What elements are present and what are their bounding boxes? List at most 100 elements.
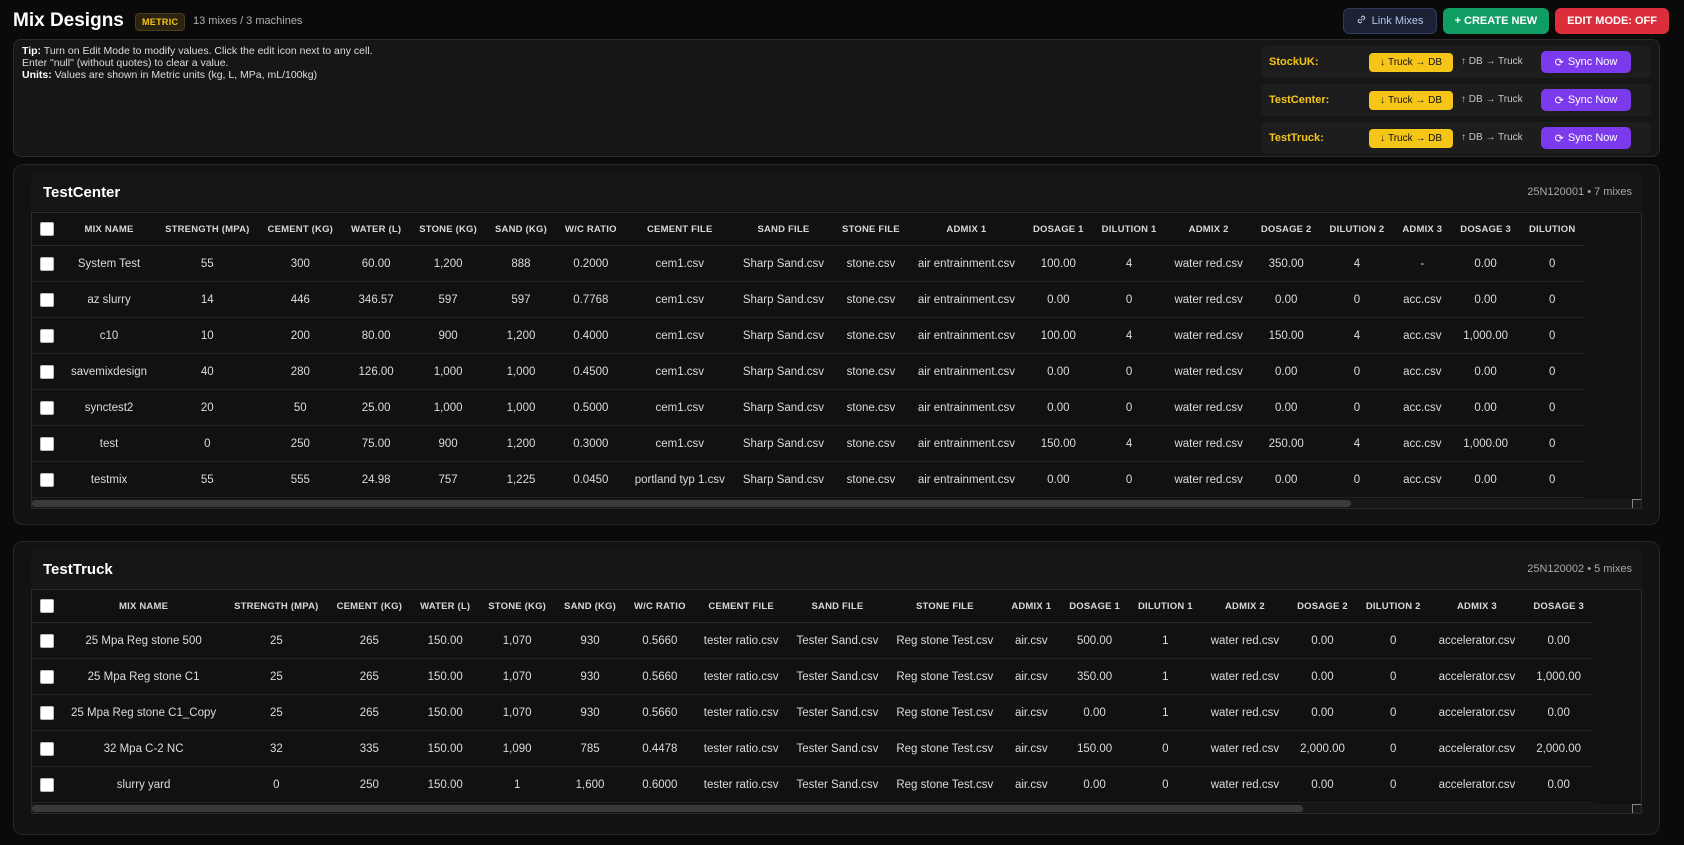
column-header[interactable]: STONE FILE [833,213,909,246]
table-cell[interactable]: 10 [156,317,259,354]
truck-to-db-button[interactable]: ↓ Truck → DB [1369,129,1453,148]
table-cell[interactable]: 265 [327,622,412,659]
horizontal-scrollbar[interactable] [32,804,1641,813]
db-to-truck-button[interactable]: ↑ DB → Truck [1461,94,1523,105]
table-cell[interactable]: 0.00 [1451,281,1520,318]
table-cell[interactable]: tester ratio.csv [694,694,788,731]
table-cell[interactable]: air.csv [1002,766,1061,803]
sync-now-button[interactable]: ⟳ Sync Now [1541,89,1631,111]
table-cell[interactable]: water red.csv [1165,425,1252,462]
table-cell[interactable]: 0.00 [1524,766,1594,803]
column-header[interactable]: DILUTION 1 [1128,590,1202,623]
table-cell[interactable]: tester ratio.csv [694,730,788,767]
table-cell[interactable]: 25.00 [342,389,411,426]
table-cell[interactable]: 1 [1128,658,1202,695]
column-header[interactable]: STRENGTH (MPA) [225,590,328,623]
table-cell[interactable]: 25 [225,694,328,731]
row-checkbox[interactable] [40,364,54,379]
sync-now-button[interactable]: ⟳ Sync Now [1541,127,1631,149]
truck-to-db-button[interactable]: ↓ Truck → DB [1369,91,1453,110]
table-cell[interactable]: 0.00 [1251,389,1321,426]
edit-mode-toggle[interactable]: EDIT MODE: OFF [1555,8,1669,34]
column-header[interactable]: STONE (KG) [479,590,556,623]
row-checkbox[interactable] [40,292,54,307]
table-cell[interactable]: 0.3000 [555,425,626,462]
table-cell[interactable]: water red.csv [1165,353,1252,390]
column-header[interactable]: SAND FILE [733,213,834,246]
table-cell[interactable]: 55 [156,461,259,498]
table-cell[interactable]: 555 [258,461,343,498]
table-cell[interactable]: 350.00 [1060,658,1129,695]
table-cell[interactable]: 0.5000 [555,389,626,426]
table-cell[interactable]: 250 [327,766,412,803]
table-cell[interactable]: Reg stone Test.csv [887,694,1003,731]
table-cell[interactable]: 0 [1092,461,1166,498]
table-cell[interactable]: 0 [1519,245,1585,282]
table-cell[interactable]: 150.00 [411,694,480,731]
column-header[interactable]: STONE FILE [887,590,1003,623]
table-cell[interactable]: 785 [555,730,625,767]
table-cell[interactable]: 1,225 [486,461,556,498]
table-cell[interactable]: 2,000.00 [1288,730,1357,767]
column-header[interactable]: DOSAGE 2 [1288,590,1357,623]
table-cell[interactable]: 0 [1092,281,1166,318]
column-header[interactable]: DOSAGE 2 [1251,213,1321,246]
table-cell[interactable]: air.csv [1002,730,1061,767]
table-cell[interactable]: water red.csv [1165,389,1252,426]
table-cell[interactable]: water red.csv [1201,658,1289,695]
table-cell[interactable]: 0.00 [1451,389,1520,426]
column-header[interactable]: SAND (KG) [486,213,556,246]
table-cell[interactable]: synctest2 [62,389,157,426]
table-cell[interactable]: 1,200 [486,425,556,462]
table-cell[interactable]: Sharp Sand.csv [733,245,834,282]
table-cell[interactable]: 0 [1128,730,1202,767]
table-cell[interactable]: 4 [1320,245,1394,282]
table-cell[interactable]: 0.00 [1060,766,1129,803]
table-cell[interactable]: 1 [479,766,556,803]
table-cell[interactable]: test [62,425,157,462]
column-header[interactable]: MIX NAME [62,213,157,246]
table-cell[interactable]: 0.5660 [624,658,695,695]
table-cell[interactable]: air entrainment.csv [908,389,1024,426]
table-cell[interactable]: 24.98 [342,461,411,498]
table-cell[interactable]: air.csv [1002,694,1061,731]
table-cell[interactable]: Sharp Sand.csv [733,353,834,390]
table-cell[interactable]: 0.00 [1288,622,1357,659]
table-cell[interactable]: portland typ 1.csv [625,461,734,498]
row-checkbox[interactable] [40,436,54,451]
column-header[interactable]: DOSAGE 1 [1060,590,1129,623]
table-cell[interactable]: 126.00 [342,353,411,390]
table-cell[interactable]: 100.00 [1023,245,1093,282]
table-cell[interactable]: 446 [258,281,343,318]
table-cell[interactable]: 0.00 [1023,389,1093,426]
column-header[interactable]: SAND (KG) [555,590,625,623]
row-checkbox[interactable] [40,400,54,415]
table-cell[interactable]: 265 [327,658,412,695]
table-cell[interactable]: 0 [1356,766,1430,803]
table-cell[interactable]: Sharp Sand.csv [733,317,834,354]
table-cell[interactable]: air entrainment.csv [908,461,1024,498]
table-cell[interactable]: 55 [156,245,259,282]
column-header[interactable]: CEMENT FILE [694,590,788,623]
table-cell[interactable]: 0.5660 [624,694,695,731]
column-header[interactable]: MIX NAME [62,590,226,623]
table-cell[interactable]: 0.00 [1288,658,1357,695]
table-cell[interactable]: acc.csv [1393,317,1452,354]
column-header[interactable]: ADMIX 3 [1429,590,1525,623]
table-cell[interactable]: accelerator.csv [1429,622,1525,659]
table-cell[interactable]: 1,600 [555,766,625,803]
table-cell[interactable]: Tester Sand.csv [787,766,888,803]
table-cell[interactable]: water red.csv [1201,694,1289,731]
table-cell[interactable]: 4 [1320,425,1394,462]
table-cell[interactable]: Sharp Sand.csv [733,461,834,498]
table-cell[interactable]: accelerator.csv [1429,730,1525,767]
table-cell[interactable]: acc.csv [1393,461,1452,498]
table-cell[interactable]: 50 [258,389,343,426]
table-cell[interactable]: 0.00 [1451,461,1520,498]
table-cell[interactable]: 0.00 [1251,281,1321,318]
row-checkbox[interactable] [40,472,54,487]
column-header[interactable]: DILUTION 2 [1356,590,1430,623]
column-header[interactable]: ADMIX 1 [908,213,1024,246]
select-all-checkbox[interactable] [40,599,54,613]
column-header[interactable]: DOSAGE 3 [1524,590,1594,623]
